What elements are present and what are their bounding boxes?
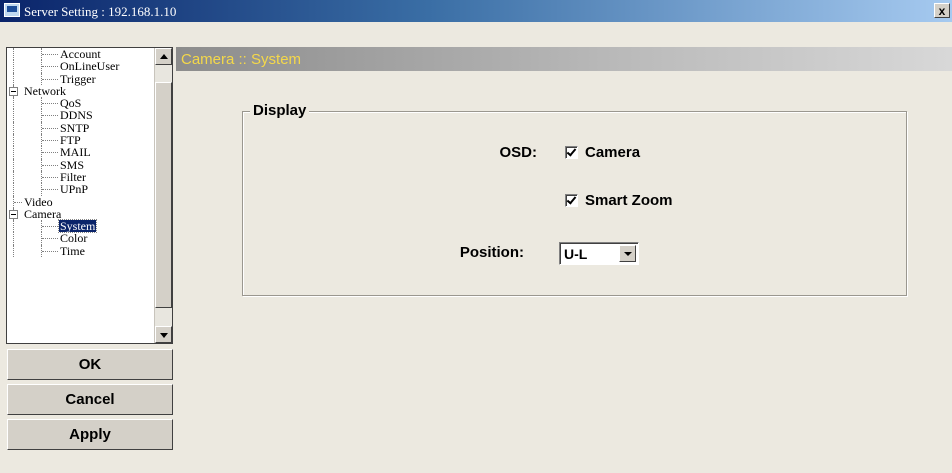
tree-item-label[interactable]: Filter [59,171,87,183]
tree-guide-line [13,183,14,196]
tree-item[interactable]: Video [7,195,152,208]
tree-item-label[interactable]: Account [59,48,102,60]
tree-guide-line [42,140,58,142]
tree-item[interactable]: UPnP [7,183,152,196]
app-icon [4,3,20,17]
tree-item-label[interactable]: MAIL [59,146,92,158]
panel-header-title: Camera :: System [181,51,302,68]
tree-guide-line [42,250,58,252]
tree-item-label[interactable]: FTP [59,134,82,146]
tree-item-label[interactable]: Color [59,232,88,244]
tree-guide-line [13,158,14,171]
position-select-value: U-L [564,246,588,262]
tree-item[interactable]: Time [7,244,152,258]
collapse-icon[interactable] [9,86,18,96]
tree-guide-line [42,238,58,240]
tree-item-label[interactable]: QoS [59,97,82,109]
tree-guide-line [42,54,58,55]
tree-item-label[interactable]: Network [23,85,67,97]
title-bar[interactable]: Server Setting : 192.168.1.10 x [0,0,952,22]
scroll-thumb[interactable] [155,82,172,308]
display-group-legend: Display [250,102,310,119]
tree-guide-line [13,146,14,159]
tree-item-label[interactable]: Trigger [59,73,97,85]
tree-item-label[interactable]: Video [23,196,54,208]
tree-guide-line [42,78,58,80]
tree-item[interactable]: Color [7,232,152,245]
tree-guide-line [13,48,14,61]
tree-guide-line [42,66,58,68]
tree-guide-line [13,134,14,147]
tree-guide-line [13,232,14,245]
camera-checkbox-label[interactable]: Camera [585,144,640,161]
tree-item-label[interactable]: UPnP [59,183,89,195]
tree-guide-line [42,189,58,191]
tree-item[interactable]: MAIL [7,146,152,159]
tree-guide-line [13,244,14,258]
tree-list: Account OnLineUser Trigger Network QoS DDNS SN… [7,48,152,258]
tree-guide-line [13,60,14,73]
scroll-up-icon[interactable] [155,48,172,65]
tree-item[interactable]: DDNS [7,109,152,122]
close-button[interactable]: x [934,3,950,18]
tree-guide-line [42,226,58,228]
settings-tree[interactable]: Account OnLineUser Trigger Network QoS DDNS SN… [6,47,173,344]
tree-guide-line [13,109,14,122]
smart-zoom-checkbox-box[interactable] [565,194,578,207]
tree-scrollbar[interactable] [154,48,172,343]
tree-guide-line [13,97,14,110]
tree-guide-line [13,220,14,233]
tree-guide-line [42,115,58,117]
tree-guide-line [42,127,58,129]
tree-guide-line [13,72,14,85]
ok-button[interactable]: OK [7,349,173,380]
tree-item-label[interactable]: DDNS [59,109,94,121]
camera-checkbox-box[interactable] [565,146,578,159]
collapse-icon[interactable] [9,209,18,219]
tree-guide-line [42,103,58,105]
osd-label: OSD: [499,144,538,161]
tree-guide-line [42,164,58,166]
tree-guide-line [42,152,58,154]
window-title: Server Setting : 192.168.1.10 [24,4,177,19]
tree-item-label[interactable]: OnLineUser [59,60,120,72]
tree-guide-line [14,201,22,203]
server-setting-window: Server Setting : 192.168.1.10 x Account O… [0,0,952,473]
tree-item[interactable]: OnLineUser [7,60,152,73]
apply-button[interactable]: Apply [7,419,173,450]
tree-item-label[interactable]: System [57,219,98,234]
panel-header: Camera :: System [176,47,952,71]
tree-item-label[interactable]: SMS [59,159,85,171]
position-select[interactable]: U-L [559,242,639,265]
chevron-down-icon[interactable] [619,245,636,262]
tree-guide-line [13,170,14,184]
smart-zoom-checkbox-label[interactable]: Smart Zoom [585,192,673,209]
position-label: Position: [459,244,524,261]
tree-guide-line [13,121,14,135]
scroll-down-icon[interactable] [155,326,172,343]
tree-guide-line [42,176,58,178]
cancel-button[interactable]: Cancel [7,384,173,415]
tree-item-label[interactable]: SNTP [59,122,90,134]
tree-item-label[interactable]: Camera [23,208,62,220]
tree-item-label[interactable]: Time [59,245,86,257]
